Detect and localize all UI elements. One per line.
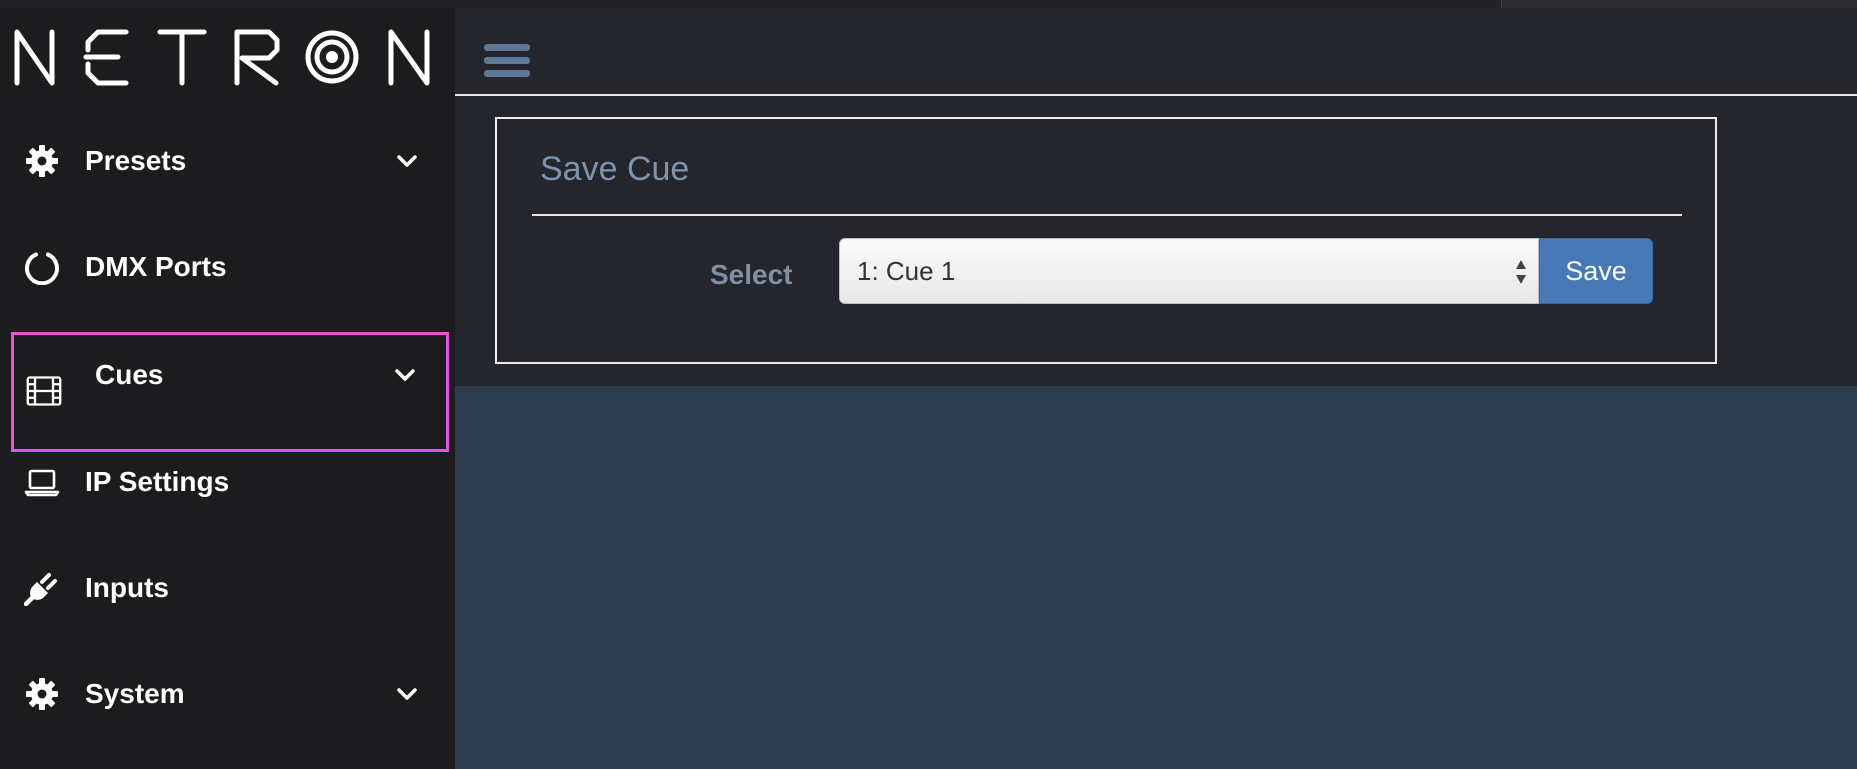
save-cue-panel: Save Cue Select 1: Cue 1 Save: [495, 117, 1717, 364]
chevron-down-icon[interactable]: [396, 687, 418, 701]
sidebar-item-label: DMX Ports: [85, 251, 227, 282]
sidebar-item-label: Cues: [95, 359, 164, 390]
select-label: Select: [710, 259, 793, 290]
window-top-strip-right: [1501, 0, 1857, 8]
sidebar-item-label: IP Settings: [85, 466, 230, 497]
sidebar-item-dmx-ports[interactable]: DMX Ports: [12, 217, 447, 317]
save-button[interactable]: Save: [1539, 238, 1653, 304]
sidebar-item-inputs[interactable]: Inputs: [12, 538, 447, 638]
plug-icon: [24, 573, 57, 606]
chevron-down-icon[interactable]: [394, 368, 416, 382]
netron-logo: [14, 29, 430, 86]
laptop-icon: [24, 469, 60, 497]
gear-icon: [26, 678, 58, 710]
top-header: [455, 8, 1857, 96]
cue-select[interactable]: 1: Cue 1: [839, 238, 1539, 304]
panel-title: Save Cue: [540, 150, 690, 188]
main-content: Save Cue Select 1: Cue 1 Save: [455, 96, 1857, 386]
cue-select-value: 1: Cue 1: [857, 256, 956, 286]
sidebar: Presets DMX Ports Cues IP Settings Input…: [0, 8, 455, 769]
select-arrows-icon: [1516, 260, 1526, 284]
chevron-down-icon[interactable]: [396, 154, 418, 168]
hamburger-icon[interactable]: [484, 44, 530, 84]
film-icon: [26, 376, 62, 406]
divider: [532, 214, 1682, 216]
sidebar-item-label: Presets: [85, 145, 187, 176]
sidebar-item-label: System: [85, 678, 185, 709]
sidebar-item-system[interactable]: System: [12, 644, 447, 744]
sidebar-item-ip-settings[interactable]: IP Settings: [12, 432, 447, 532]
sidebar-item-label: Inputs: [85, 572, 169, 603]
ring-icon: [25, 252, 59, 285]
gear-icon: [26, 145, 58, 177]
sidebar-item-presets[interactable]: Presets: [12, 111, 447, 211]
